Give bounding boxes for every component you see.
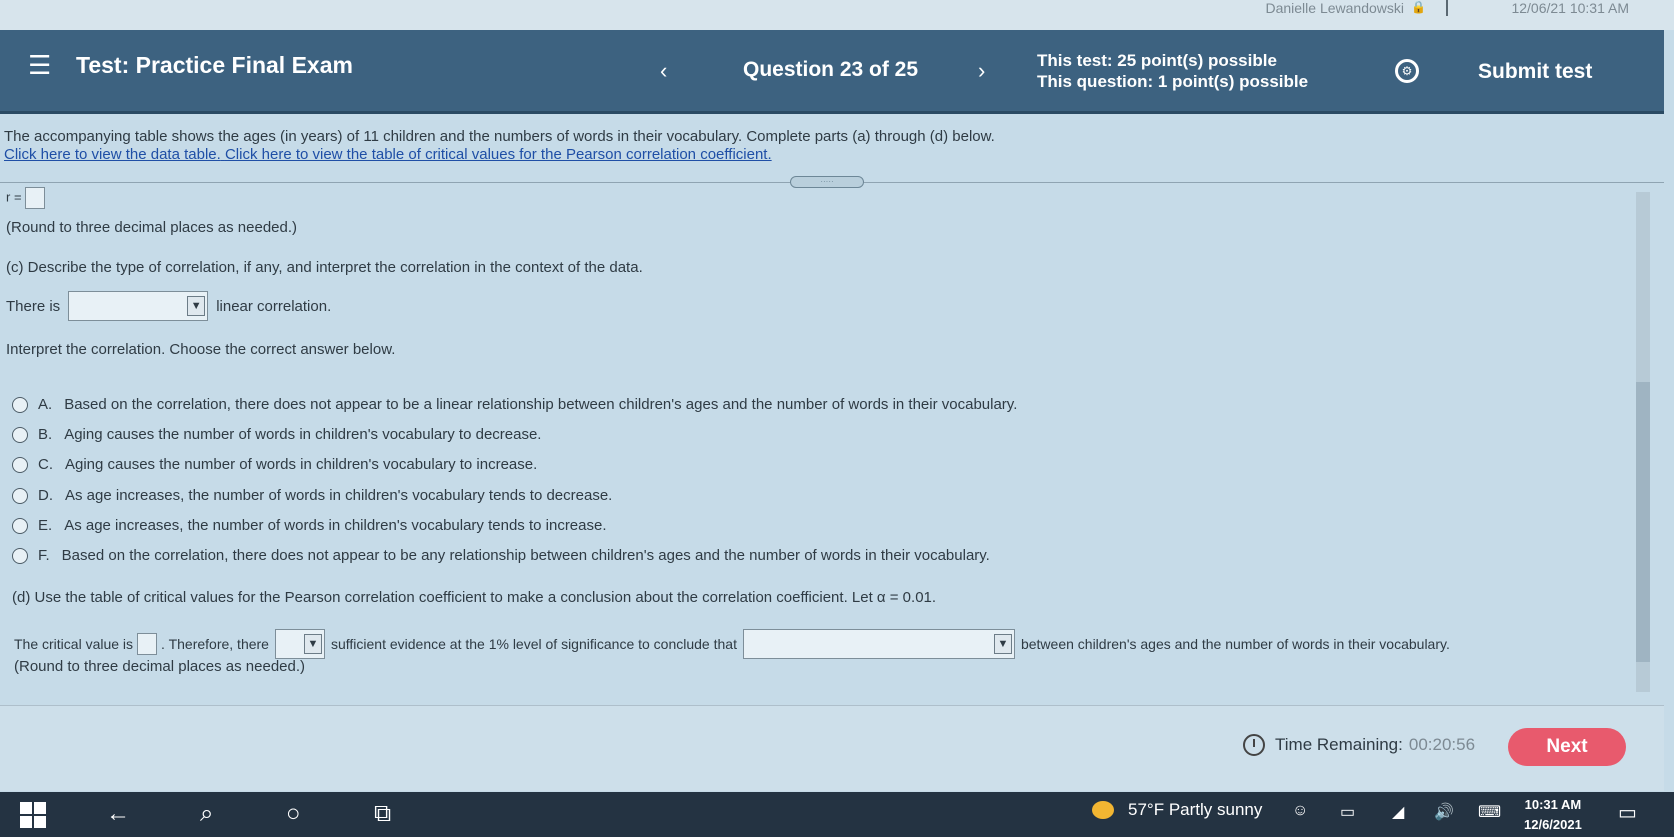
datetime: 12/06/21 10:31 AM	[1511, 0, 1629, 16]
conclusion-dropdown[interactable]: ▼	[742, 629, 1015, 659]
linear-correlation-label: linear correlation.	[216, 297, 332, 315]
content-scrollbar[interactable]	[1636, 192, 1650, 692]
test-title: Test: Practice Final Exam	[76, 52, 353, 78]
next-button[interactable]: Next	[1508, 728, 1626, 766]
sufficient-label: sufficient evidence at the 1% level of s…	[330, 636, 737, 652]
round-note: (Round to three decimal places as needed…	[6, 219, 298, 236]
timer-value: 00:20:56	[1408, 735, 1476, 754]
windows-start-icon[interactable]	[20, 802, 46, 828]
part-c-prompt: (c) Describe the type of correlation, if…	[6, 259, 643, 276]
partly-sunny-icon	[1092, 801, 1114, 819]
option-d[interactable]: D. As age increases, the number of words…	[12, 487, 612, 504]
submit-test-button[interactable]: Submit test	[1478, 60, 1592, 84]
option-b[interactable]: B. Aging causes the number of words in c…	[12, 426, 541, 443]
scrollbar-thumb[interactable]	[1636, 382, 1650, 662]
network-icon[interactable]: ◢	[1392, 802, 1404, 822]
gear-icon[interactable]: ⚙	[1395, 59, 1419, 83]
divider	[1446, 0, 1448, 16]
correlation-type-dropdown[interactable]: ▼	[68, 291, 209, 321]
critical-values-link[interactable]: Click here to view the table of critical…	[225, 146, 772, 163]
task-view-icon[interactable]: ⧉	[374, 800, 391, 828]
top-strip: Danielle Lewandowski 🔒 12/06/21 10:31 AM	[0, 0, 1674, 30]
option-f[interactable]: F. Based on the correlation, there does …	[12, 547, 990, 564]
battery-icon[interactable]: ▭	[1340, 802, 1355, 822]
chevron-down-icon: ▼	[303, 634, 322, 654]
hamburger-icon[interactable]: ☰	[28, 52, 51, 78]
timer-label: Time Remaining:	[1275, 735, 1403, 754]
windows-taskbar: ← ⌕ ○ ⧉ 57°F Partly sunny ☺ ▭ ◢ 🔊 ⌨ 10:3…	[0, 792, 1674, 837]
people-icon[interactable]: ☺	[1292, 802, 1308, 820]
r-row: r =	[6, 187, 46, 209]
radio-button[interactable]	[12, 487, 28, 504]
timer: Time Remaining: 00:20:56	[1243, 734, 1475, 756]
volume-icon[interactable]: 🔊	[1434, 802, 1454, 822]
between-label: between children's ages and the number o…	[1020, 636, 1450, 652]
critical-value-row: The critical value is . Therefore, there…	[14, 629, 1450, 659]
next-question-button[interactable]: ›	[978, 58, 985, 84]
question-intro: The accompanying table shows the ages (i…	[4, 128, 995, 164]
option-c[interactable]: C. Aging causes the number of words in c…	[12, 456, 537, 473]
round-note-d: (Round to three decimal places as needed…	[14, 658, 306, 675]
radio-button[interactable]	[12, 456, 28, 473]
search-icon[interactable]: ⌕	[200, 800, 213, 828]
radio-button[interactable]	[12, 517, 28, 534]
radio-button[interactable]	[12, 396, 28, 413]
question-counter[interactable]: Question 23 of 25	[743, 58, 918, 82]
is-is-not-dropdown[interactable]: ▼	[274, 629, 325, 659]
test-footer: Time Remaining: 00:20:56 Next	[0, 705, 1664, 791]
intro-text: The accompanying table shows the ages (i…	[4, 128, 995, 145]
r-answer-box[interactable]	[25, 187, 46, 209]
points-info: This test: 25 point(s) possible This que…	[1037, 50, 1308, 92]
data-table-link[interactable]: Click here to view the data table.	[4, 146, 221, 163]
keyboard-icon[interactable]: ⌨	[1478, 802, 1501, 822]
part-d-prompt: (d) Use the table of critical values for…	[12, 589, 937, 606]
question-points: This question: 1 point(s) possible	[1037, 72, 1309, 91]
there-is-label: There is	[6, 297, 61, 315]
clock-time: 10:31 AM	[1524, 797, 1582, 812]
previous-question-button[interactable]: ‹	[660, 58, 667, 84]
correlation-type-row: There is ▼ linear correlation.	[6, 291, 331, 321]
critical-value-label: The critical value is	[14, 636, 134, 652]
radio-button[interactable]	[12, 547, 28, 564]
test-header: ☰ Test: Practice Final Exam ‹ Question 2…	[0, 30, 1664, 114]
interpret-prompt: Interpret the correlation. Choose the co…	[6, 341, 396, 358]
therefore-label: . Therefore, there	[161, 636, 269, 652]
chevron-down-icon: ▼	[187, 296, 206, 316]
chevron-down-icon: ▼	[993, 634, 1012, 654]
notification-icon[interactable]: ▭	[1618, 800, 1637, 825]
back-arrow-icon[interactable]: ←	[106, 800, 130, 828]
radio-button[interactable]	[12, 426, 28, 443]
clock-icon	[1243, 734, 1265, 756]
test-points: This test: 25 point(s) possible	[1037, 51, 1277, 70]
option-e[interactable]: E. As age increases, the number of words…	[12, 517, 607, 534]
critical-value-box[interactable]	[137, 633, 158, 655]
option-a[interactable]: A. Based on the correlation, there does …	[12, 396, 1017, 413]
cortana-icon[interactable]: ○	[286, 800, 301, 828]
weather-text: 57°F Partly sunny	[1128, 800, 1263, 819]
r-label: r =	[6, 189, 22, 205]
question-content: r = (Round to three decimal places as ne…	[0, 183, 1650, 703]
system-clock[interactable]: 10:31 AM 12/6/2021	[1524, 795, 1582, 835]
username: Danielle Lewandowski	[1265, 0, 1404, 16]
clock-date: 12/6/2021	[1524, 817, 1582, 832]
lock-icon: 🔒	[1411, 0, 1426, 14]
weather-widget[interactable]: 57°F Partly sunny	[1092, 800, 1262, 820]
